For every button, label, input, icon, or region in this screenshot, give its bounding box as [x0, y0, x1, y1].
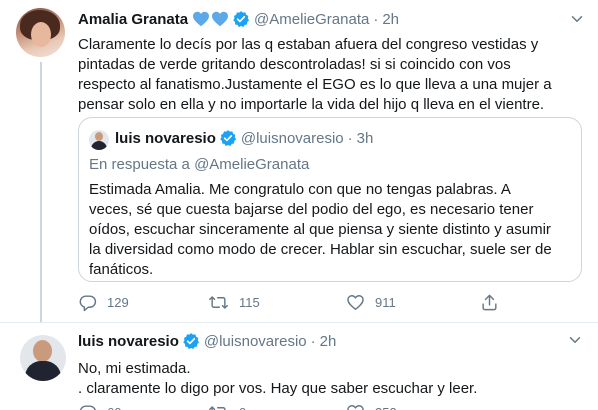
retweet-icon [208, 403, 229, 410]
separator-dot: · [347, 129, 353, 147]
quote-text-line: fanáticos. [89, 261, 154, 278]
timestamp[interactable]: 2h [382, 11, 399, 28]
quote-text-line: la diversidad como modo de crecer. Habla… [89, 241, 552, 258]
retweet-button[interactable]: 115 [208, 293, 260, 312]
quote-author-handle: @luisnovaresio [240, 129, 344, 147]
tweet-text-line: Claramente lo decís por las q estaban af… [78, 36, 539, 53]
verified-badge-icon [232, 10, 250, 28]
tweet-text-line: pintadas de verde gritando descontrolada… [78, 56, 511, 73]
like-count: 253 [375, 405, 397, 410]
separator-dot: · [373, 10, 379, 28]
author-handle[interactable]: @luisnovaresio [204, 333, 307, 350]
quote-text-line: oídos, escuchar sinceramente al que pien… [89, 221, 551, 238]
retweet-icon [208, 293, 229, 312]
timestamp[interactable]: 2h [320, 333, 337, 350]
tweet-text-line: . claramente lo digo por vos. Hay que sa… [78, 380, 478, 397]
quote-text-line: Estimada Amalia. Me congratulo con que n… [89, 181, 511, 198]
tweet-text: No, mi estimada. . claramente lo digo po… [78, 359, 578, 399]
quote-timestamp: 3h [356, 129, 374, 147]
reply-count: 60 [107, 405, 121, 410]
like-button[interactable]: 253 [346, 403, 397, 410]
separator-dot: · [310, 332, 316, 350]
quote-avatar [89, 130, 109, 150]
retweet-count: 0 [239, 405, 246, 410]
reply-to-label: En respuesta a @AmelieGranata [89, 156, 310, 173]
retweet-button[interactable]: 0 [208, 403, 246, 410]
thread-line [40, 62, 42, 322]
like-button[interactable]: 911 [346, 293, 396, 312]
chevron-down-icon[interactable] [566, 331, 584, 349]
tweet-header: Amalia Granata @AmelieGranata · 2h [78, 10, 399, 28]
reply-button[interactable]: 129 [78, 293, 129, 312]
quote-text: Estimada Amalia. Me congratulo con que n… [89, 180, 569, 280]
like-icon [346, 403, 365, 410]
quote-author-name: luis novaresio [115, 129, 216, 147]
reply-icon [78, 293, 97, 312]
tweet-header: luis novaresio @luisnovaresio · 2h [78, 332, 336, 350]
tweet-text-line: respecto al fanatismo.Justamente el EGO … [78, 76, 552, 93]
quote-header: luis novaresio @luisnovaresio · 3h [115, 129, 373, 147]
quoted-tweet[interactable]: luis novaresio @luisnovaresio · 3h En re… [78, 117, 582, 282]
tweet-actions: 129 115 911 [78, 293, 558, 315]
author-handle[interactable]: @AmelieGranata [254, 11, 369, 28]
tweet-text-line: No, mi estimada. [78, 360, 191, 377]
tweet-text: Claramente lo decís por las q estaban af… [78, 35, 578, 115]
author-name[interactable]: Amalia Granata [78, 11, 188, 28]
like-count: 911 [375, 295, 396, 310]
blue-heart-icon [192, 11, 210, 27]
share-icon [480, 293, 499, 312]
tweet-amalia[interactable]: Amalia Granata @AmelieGranata · 2h Clara… [0, 0, 598, 322]
reply-icon [78, 403, 97, 410]
verified-badge-icon [182, 332, 200, 350]
retweet-count: 115 [239, 295, 260, 310]
like-icon [346, 293, 365, 312]
reply-count: 129 [107, 295, 129, 310]
tweet-luis[interactable]: luis novaresio @luisnovaresio · 2h No, m… [0, 322, 598, 410]
blue-heart-icon [211, 11, 229, 27]
tweet-text-line: pensar solo en ella y no importarle la v… [78, 96, 545, 113]
share-button[interactable] [480, 293, 499, 312]
avatar[interactable] [16, 8, 65, 57]
avatar[interactable] [20, 335, 66, 381]
reply-button[interactable]: 60 [78, 403, 121, 410]
author-name[interactable]: luis novaresio [78, 333, 179, 350]
chevron-down-icon[interactable] [568, 10, 586, 28]
verified-badge-icon [219, 129, 237, 147]
quote-text-line: veces, sé que cuesta bajarse del podio d… [89, 201, 534, 218]
tweet-actions: 60 0 253 [78, 403, 558, 410]
